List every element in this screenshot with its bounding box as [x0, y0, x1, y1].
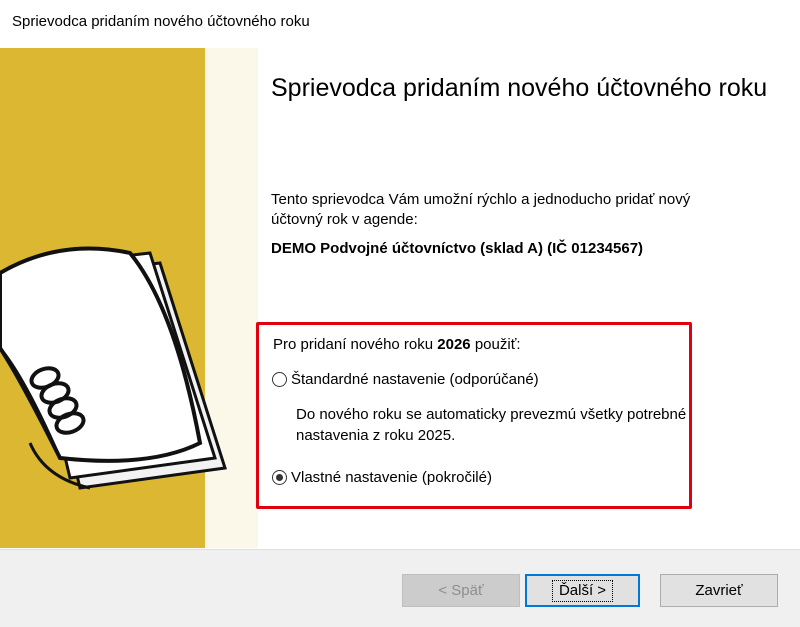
- back-button[interactable]: < Späť: [402, 574, 520, 607]
- option-custom-label[interactable]: Vlastné nastavenie (pokročilé): [291, 469, 492, 486]
- title-bar: Sprievodca pridaním nového účtovného rok…: [0, 0, 800, 46]
- option-standard-label[interactable]: Štandardné nastavenie (odporúčané): [291, 371, 539, 388]
- option-standard[interactable]: Štandardné nastavenie (odporúčané): [272, 371, 539, 388]
- page-title: Sprievodca pridaním nového účtovného rok…: [271, 74, 768, 102]
- question-prefix: Pro pridaní nového roku: [273, 336, 434, 353]
- window-title: Sprievodca pridaním nového účtovného rok…: [12, 13, 310, 30]
- question-suffix: použiť:: [474, 336, 521, 353]
- option-custom[interactable]: Vlastné nastavenie (pokročilé): [272, 469, 492, 486]
- intro-text: Tento sprievodca Vám umožní rýchlo a jed…: [271, 191, 691, 228]
- radio-custom[interactable]: [272, 470, 287, 485]
- question-year: 2026: [437, 336, 471, 353]
- notepad-illustration-icon: [0, 48, 258, 548]
- wizard-side-panel: [0, 48, 258, 548]
- radio-standard[interactable]: [272, 372, 287, 387]
- options-question: Pro pridaní nového roku 2026 použiť:: [273, 336, 520, 353]
- next-button[interactable]: Ďalší >: [525, 574, 640, 607]
- option-standard-description: Do nového roku se automaticky prevezmú v…: [296, 406, 687, 444]
- close-button[interactable]: Zavrieť: [660, 574, 778, 607]
- next-button-label: Ďalší >: [551, 580, 614, 602]
- agenda-name: DEMO Podvojné účtovníctvo (sklad A) (IČ …: [271, 240, 644, 257]
